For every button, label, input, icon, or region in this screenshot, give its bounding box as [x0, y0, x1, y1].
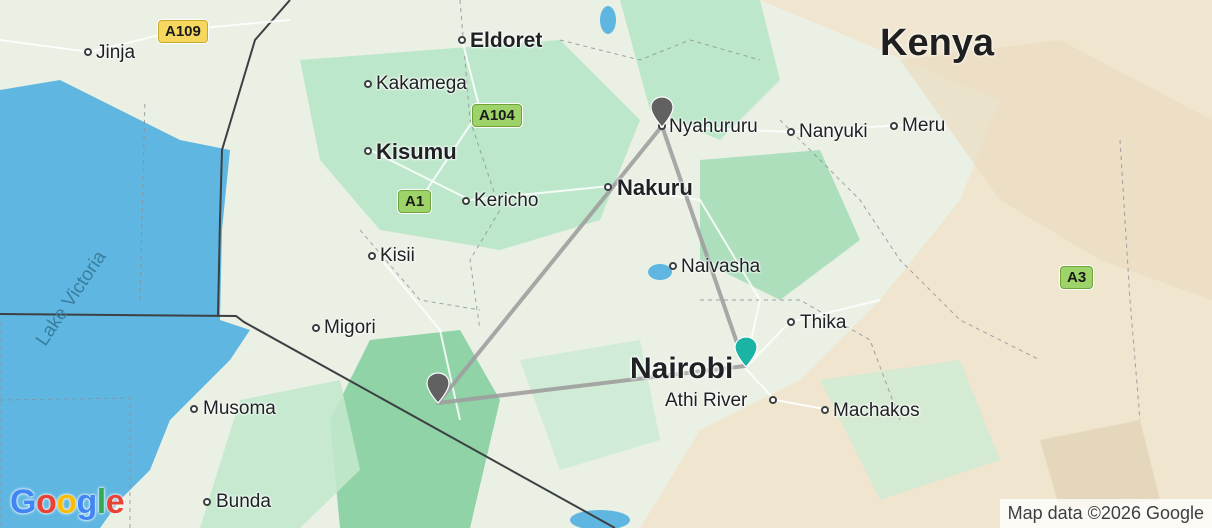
- place-machakos[interactable]: Machakos: [833, 401, 920, 420]
- place-meru[interactable]: Meru: [902, 116, 945, 135]
- road-shield-a109: A109: [158, 20, 208, 43]
- road-shield-a3: A3: [1060, 266, 1094, 289]
- place-kisii[interactable]: Kisii: [380, 246, 415, 265]
- place-thika[interactable]: Thika: [800, 313, 846, 332]
- place-kakamega[interactable]: Kakamega: [376, 74, 467, 93]
- place-marker: [84, 48, 92, 56]
- route-stop-pin[interactable]: [650, 96, 674, 128]
- road-shield-a104: A104: [472, 104, 522, 127]
- place-nyahururu[interactable]: Nyahururu: [669, 117, 758, 136]
- map-base-layer: [0, 0, 1212, 528]
- place-nanyuki[interactable]: Nanyuki: [799, 122, 868, 141]
- google-logo: Google: [10, 483, 125, 521]
- place-marker: [364, 80, 372, 88]
- place-marker: [787, 318, 795, 326]
- road-shield-a1: A1: [398, 190, 432, 213]
- place-marker: [462, 197, 470, 205]
- place-marker: [364, 147, 372, 155]
- place-jinja[interactable]: Jinja: [96, 43, 135, 62]
- place-marker: [458, 36, 466, 44]
- place-athi-river[interactable]: Athi River: [665, 391, 747, 410]
- place-marker: [769, 396, 777, 404]
- place-musoma[interactable]: Musoma: [203, 399, 276, 418]
- place-marker: [890, 122, 898, 130]
- map-attribution[interactable]: Map data ©2026 Google: [999, 499, 1212, 528]
- country-label: Kenya: [880, 22, 995, 64]
- place-marker: [821, 406, 829, 414]
- place-kisumu[interactable]: Kisumu: [376, 141, 457, 163]
- place-marker: [312, 324, 320, 332]
- place-marker: [368, 252, 376, 260]
- place-nairobi[interactable]: Nairobi: [630, 354, 733, 384]
- place-migori[interactable]: Migori: [324, 318, 376, 337]
- route-stop-pin[interactable]: [426, 372, 450, 404]
- place-marker: [203, 498, 211, 506]
- place-marker: [190, 405, 198, 413]
- place-marker: [669, 262, 677, 270]
- map-canvas[interactable]: Lake Victoria Kenya A109 A104 A1 A3 Jinj…: [0, 0, 1212, 528]
- place-nakuru[interactable]: Nakuru: [617, 177, 693, 199]
- place-marker: [604, 183, 612, 191]
- place-marker: [787, 128, 795, 136]
- route-start-pin[interactable]: [734, 336, 758, 368]
- place-eldoret[interactable]: Eldoret: [470, 30, 542, 51]
- place-bunda[interactable]: Bunda: [216, 492, 271, 511]
- place-kericho[interactable]: Kericho: [474, 191, 538, 210]
- place-naivasha[interactable]: Naivasha: [681, 257, 760, 276]
